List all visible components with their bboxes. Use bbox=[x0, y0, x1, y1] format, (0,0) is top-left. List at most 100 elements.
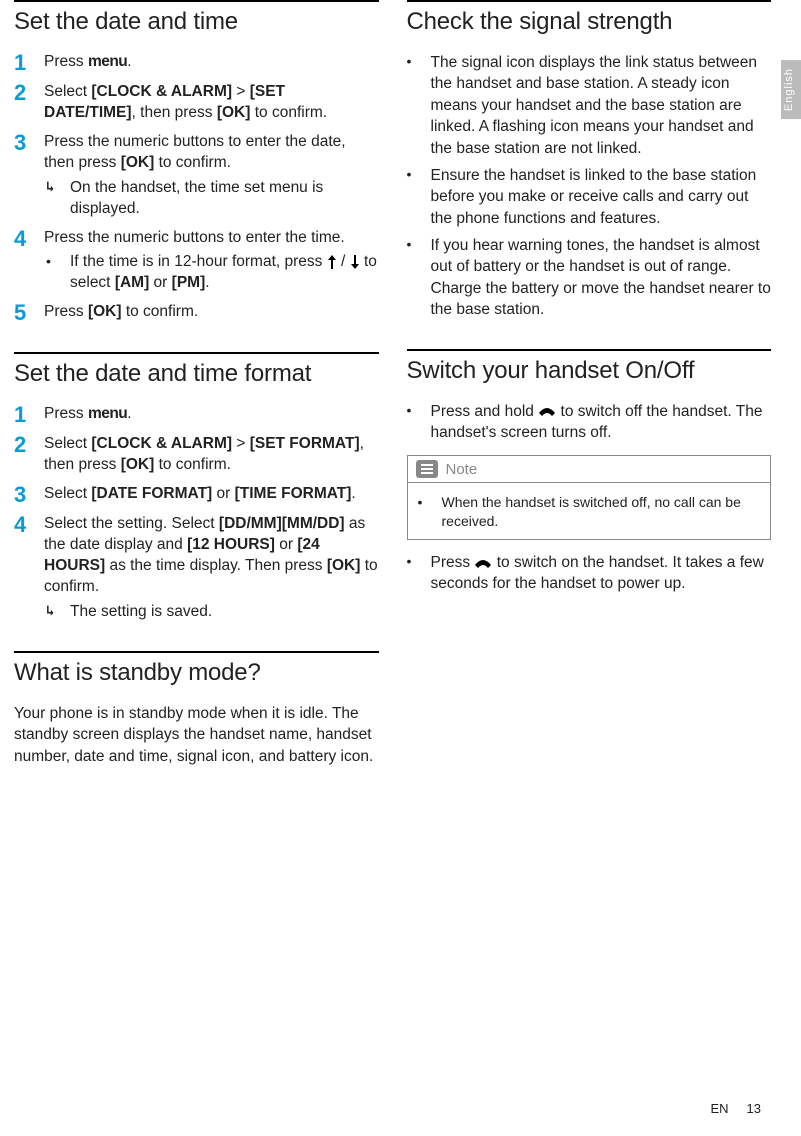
text: Press bbox=[431, 554, 475, 571]
key-label: [OK] bbox=[121, 154, 155, 171]
note-box: Note • When the handset is switched off,… bbox=[407, 455, 772, 540]
text: Press the numeric buttons to enter the t… bbox=[44, 229, 345, 246]
text: / bbox=[341, 253, 350, 270]
footer-page-number: 13 bbox=[747, 1101, 761, 1116]
hangup-key-icon bbox=[474, 557, 492, 569]
text: Select the setting. Select bbox=[44, 515, 219, 532]
text: Select bbox=[44, 435, 91, 452]
menu-path: [CLOCK & ALARM] bbox=[91, 83, 232, 100]
step-number: 4 bbox=[14, 228, 32, 295]
option-label: [DD/MM][MM/DD] bbox=[219, 515, 345, 532]
heading: Set the date and time format bbox=[14, 360, 379, 388]
section-switch-on-off: Switch your handset On/Off • Press and h… bbox=[407, 349, 772, 595]
text: Select bbox=[44, 83, 91, 100]
rule bbox=[14, 0, 379, 2]
note-label: Note bbox=[446, 461, 478, 478]
step-2: 2 Select [CLOCK & ALARM] > [SET DATE/TIM… bbox=[14, 82, 379, 124]
text: Press bbox=[44, 405, 88, 422]
rule bbox=[407, 0, 772, 2]
text: , then press bbox=[132, 104, 217, 121]
step-number: 1 bbox=[14, 404, 32, 426]
text: to confirm. bbox=[154, 456, 231, 473]
note-icon bbox=[416, 460, 438, 478]
key-label: [OK] bbox=[121, 456, 155, 473]
bullet-icon: • bbox=[407, 165, 415, 229]
text: to confirm. bbox=[122, 303, 199, 320]
step-number: 2 bbox=[14, 434, 32, 476]
bullet: • The signal icon displays the link stat… bbox=[407, 52, 772, 159]
key-label: [OK] bbox=[327, 557, 361, 574]
step-5: 5 Press [OK] to confirm. bbox=[14, 302, 379, 324]
menu-path: [CLOCK & ALARM] bbox=[91, 435, 232, 452]
bullet: • If you hear warning tones, the handset… bbox=[407, 235, 772, 321]
text: Press bbox=[44, 53, 88, 70]
text: If the time is in 12-hour format, press bbox=[70, 253, 327, 270]
section-standby-mode: What is standby mode? Your phone is in s… bbox=[14, 651, 379, 767]
rule bbox=[14, 352, 379, 354]
menu-button-label: menu bbox=[88, 53, 127, 70]
bullet-icon: • bbox=[407, 552, 415, 595]
text: or bbox=[149, 274, 171, 291]
bullet: • Press and hold to switch off the hands… bbox=[407, 401, 772, 444]
language-tab: English bbox=[781, 60, 801, 119]
step-number: 4 bbox=[14, 514, 32, 623]
down-key-icon bbox=[350, 255, 360, 269]
heading: Switch your handset On/Off bbox=[407, 357, 772, 385]
step-3: 3 Select [DATE FORMAT] or [TIME FORMAT]. bbox=[14, 484, 379, 506]
option-label: [AM] bbox=[115, 274, 149, 291]
heading: Check the signal strength bbox=[407, 8, 772, 36]
result-text: On the handset, the time set menu is dis… bbox=[70, 178, 379, 220]
footer-language: EN bbox=[710, 1101, 728, 1116]
section-set-date-time-format: Set the date and time format 1 Press men… bbox=[14, 352, 379, 622]
text: to confirm. bbox=[250, 104, 327, 121]
text: Press bbox=[44, 303, 88, 320]
step-4: 4 Press the numeric buttons to enter the… bbox=[14, 228, 379, 295]
option-label: [TIME FORMAT] bbox=[235, 485, 352, 502]
key-label: [OK] bbox=[88, 303, 122, 320]
text: as the time display. Then press bbox=[105, 557, 327, 574]
text: > bbox=[232, 83, 250, 100]
option-label: [12 HOURS] bbox=[187, 536, 275, 553]
page-footer: EN 13 bbox=[710, 1101, 761, 1116]
bullet-icon: • bbox=[407, 52, 415, 159]
paragraph: Your phone is in standby mode when it is… bbox=[14, 703, 379, 767]
text: If you hear warning tones, the handset i… bbox=[431, 235, 772, 321]
text: Press and hold bbox=[431, 403, 539, 420]
text: Select bbox=[44, 485, 91, 502]
step-1: 1 Press menu. bbox=[14, 404, 379, 426]
step-3: 3 Press the numeric buttons to enter the… bbox=[14, 132, 379, 220]
step-2: 2 Select [CLOCK & ALARM] > [SET FORMAT],… bbox=[14, 434, 379, 476]
bullet-icon: • bbox=[407, 401, 415, 444]
text: or bbox=[212, 485, 234, 502]
bullet-icon: • bbox=[407, 235, 415, 321]
heading: Set the date and time bbox=[14, 8, 379, 36]
text: . bbox=[127, 405, 131, 422]
key-label: [OK] bbox=[217, 104, 251, 121]
option-label: [DATE FORMAT] bbox=[91, 485, 212, 502]
step-number: 3 bbox=[14, 132, 32, 220]
step-number: 2 bbox=[14, 82, 32, 124]
up-key-icon bbox=[327, 255, 337, 269]
menu-button-label: menu bbox=[88, 405, 127, 422]
rule bbox=[14, 651, 379, 653]
note-text: When the handset is switched off, no cal… bbox=[442, 493, 761, 531]
text: or bbox=[275, 536, 297, 553]
text: to confirm. bbox=[154, 154, 231, 171]
step-number: 5 bbox=[14, 302, 32, 324]
option-label: [PM] bbox=[172, 274, 206, 291]
result-text: The setting is saved. bbox=[70, 602, 212, 623]
step-4: 4 Select the setting. Select [DD/MM][MM/… bbox=[14, 514, 379, 623]
result-arrow-icon: ↳ bbox=[46, 602, 60, 623]
bullet: • Press to switch on the handset. It tak… bbox=[407, 552, 772, 595]
bullet-icon: • bbox=[46, 252, 60, 294]
step-number: 1 bbox=[14, 52, 32, 74]
text: . bbox=[127, 53, 131, 70]
text: > bbox=[232, 435, 250, 452]
text: . bbox=[205, 274, 209, 291]
section-signal-strength: Check the signal strength • The signal i… bbox=[407, 0, 772, 321]
rule bbox=[407, 349, 772, 351]
section-set-date-time: Set the date and time 1 Press menu. 2 Se… bbox=[14, 0, 379, 324]
bullet: • Ensure the handset is linked to the ba… bbox=[407, 165, 772, 229]
bullet-icon: • bbox=[418, 493, 432, 531]
step-number: 3 bbox=[14, 484, 32, 506]
